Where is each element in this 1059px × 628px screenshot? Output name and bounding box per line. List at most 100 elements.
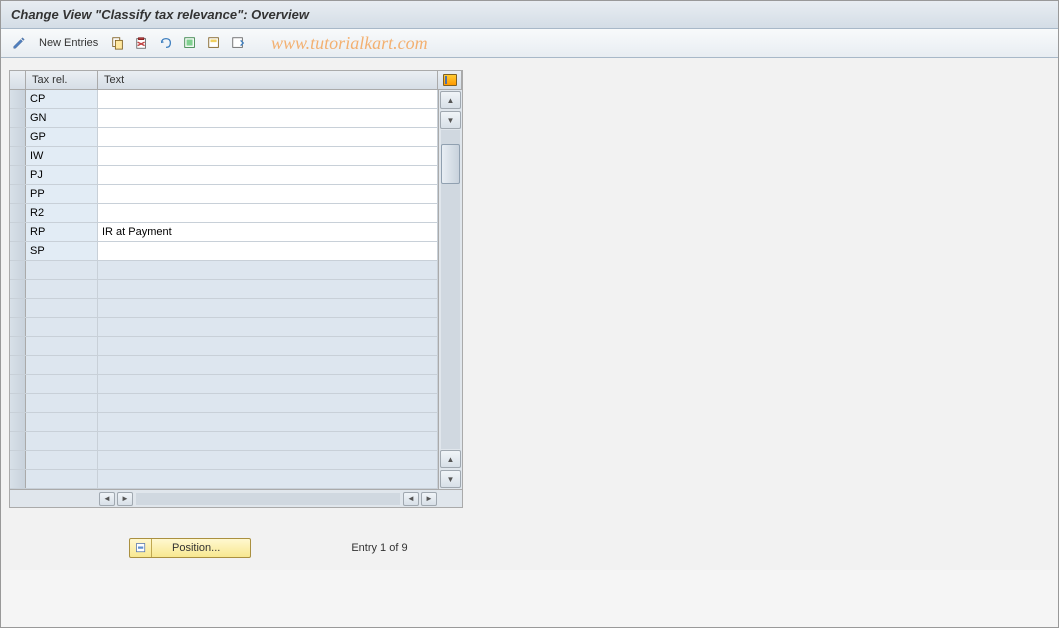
scroll-track[interactable] [441, 130, 460, 449]
table-row[interactable]: CP [10, 90, 438, 109]
row-selector[interactable] [10, 90, 26, 108]
table-row[interactable]: PP [10, 185, 438, 204]
table-row-empty [10, 318, 438, 337]
select-block-icon[interactable] [204, 33, 224, 53]
cell-taxrel [26, 337, 98, 355]
horizontal-scrollbar[interactable]: ◄ ► ◄ ► [10, 489, 462, 507]
scroll-right-page-button[interactable]: ◄ [403, 492, 419, 506]
scroll-page-up-button[interactable]: ▼ [440, 111, 461, 129]
cell-text[interactable] [98, 109, 438, 127]
scroll-left-button[interactable]: ◄ [99, 492, 115, 506]
grid-configure-button[interactable] [438, 71, 462, 89]
cell-text [98, 432, 438, 450]
table-row[interactable]: PJ [10, 166, 438, 185]
cell-taxrel[interactable]: PJ [26, 166, 98, 184]
cell-taxrel[interactable]: CP [26, 90, 98, 108]
cell-taxrel [26, 451, 98, 469]
cell-taxrel[interactable]: GN [26, 109, 98, 127]
grid-header-text[interactable]: Text [98, 71, 438, 89]
entry-count-text: Entry 1 of 9 [351, 542, 407, 554]
data-grid: Tax rel. Text CPGNGPIWPJPPR2RPIR at Paym… [9, 70, 463, 508]
row-selector [10, 261, 26, 279]
grid-header-taxrel[interactable]: Tax rel. [26, 71, 98, 89]
deselect-all-icon[interactable] [228, 33, 248, 53]
table-row[interactable]: R2 [10, 204, 438, 223]
row-selector [10, 280, 26, 298]
cell-taxrel[interactable]: PP [26, 185, 98, 203]
scroll-up-button[interactable]: ▲ [440, 91, 461, 109]
row-selector[interactable] [10, 242, 26, 260]
cell-text[interactable] [98, 166, 438, 184]
table-row[interactable]: GP [10, 128, 438, 147]
cell-taxrel [26, 299, 98, 317]
table-settings-icon [443, 74, 457, 86]
cell-taxrel[interactable]: RP [26, 223, 98, 241]
row-selector [10, 356, 26, 374]
table-row[interactable]: GN [10, 109, 438, 128]
cell-text [98, 413, 438, 431]
toggle-display-change-icon[interactable] [9, 33, 29, 53]
page-title: Change View "Classify tax relevance": Ov… [1, 1, 1058, 29]
position-button-label: Position... [152, 542, 250, 554]
cell-taxrel [26, 394, 98, 412]
scroll-page-down-button[interactable]: ▲ [440, 450, 461, 468]
table-row-empty [10, 375, 438, 394]
row-selector [10, 413, 26, 431]
scroll-thumb[interactable] [441, 144, 460, 184]
row-selector[interactable] [10, 166, 26, 184]
table-row-empty [10, 413, 438, 432]
cell-text[interactable] [98, 204, 438, 222]
scroll-right-button[interactable]: ► [421, 492, 437, 506]
cell-text[interactable] [98, 147, 438, 165]
cell-taxrel [26, 280, 98, 298]
row-selector [10, 432, 26, 450]
row-selector[interactable] [10, 223, 26, 241]
select-all-icon[interactable] [180, 33, 200, 53]
cell-text [98, 451, 438, 469]
cell-taxrel [26, 375, 98, 393]
table-row-empty [10, 451, 438, 470]
delete-icon[interactable] [132, 33, 152, 53]
scroll-down-button[interactable]: ▼ [440, 470, 461, 488]
cell-taxrel [26, 318, 98, 336]
row-selector [10, 337, 26, 355]
watermark-text: www.tutorialkart.com [271, 33, 428, 54]
row-selector[interactable] [10, 109, 26, 127]
cell-text [98, 356, 438, 374]
cell-text[interactable] [98, 128, 438, 146]
table-row-empty [10, 432, 438, 451]
toolbar: New Entries www.tutorialkart.com [1, 29, 1058, 58]
cell-text[interactable]: IR at Payment [98, 223, 438, 241]
position-button[interactable]: Position... [129, 538, 251, 558]
cell-taxrel[interactable]: R2 [26, 204, 98, 222]
row-selector[interactable] [10, 147, 26, 165]
table-row[interactable]: IW [10, 147, 438, 166]
cell-text [98, 299, 438, 317]
table-row[interactable]: SP [10, 242, 438, 261]
scroll-left-page-button[interactable]: ► [117, 492, 133, 506]
cell-taxrel [26, 356, 98, 374]
cell-taxrel[interactable]: GP [26, 128, 98, 146]
cell-text[interactable] [98, 242, 438, 260]
cell-taxrel[interactable]: IW [26, 147, 98, 165]
row-selector[interactable] [10, 128, 26, 146]
cell-text [98, 318, 438, 336]
cell-text [98, 394, 438, 412]
grid-header: Tax rel. Text [10, 71, 462, 90]
cell-text[interactable] [98, 90, 438, 108]
cell-taxrel[interactable]: SP [26, 242, 98, 260]
new-entries-button[interactable]: New Entries [33, 35, 104, 51]
undo-change-icon[interactable] [156, 33, 176, 53]
cell-taxrel [26, 261, 98, 279]
position-icon [130, 539, 152, 557]
copy-as-icon[interactable] [108, 33, 128, 53]
table-row-empty [10, 280, 438, 299]
grid-header-selector[interactable] [10, 71, 26, 89]
vertical-scrollbar[interactable]: ▲ ▼ ▲ ▼ [438, 90, 462, 489]
table-row[interactable]: RPIR at Payment [10, 223, 438, 242]
row-selector[interactable] [10, 185, 26, 203]
cell-text[interactable] [98, 185, 438, 203]
table-row-empty [10, 394, 438, 413]
table-row-empty [10, 261, 438, 280]
row-selector[interactable] [10, 204, 26, 222]
